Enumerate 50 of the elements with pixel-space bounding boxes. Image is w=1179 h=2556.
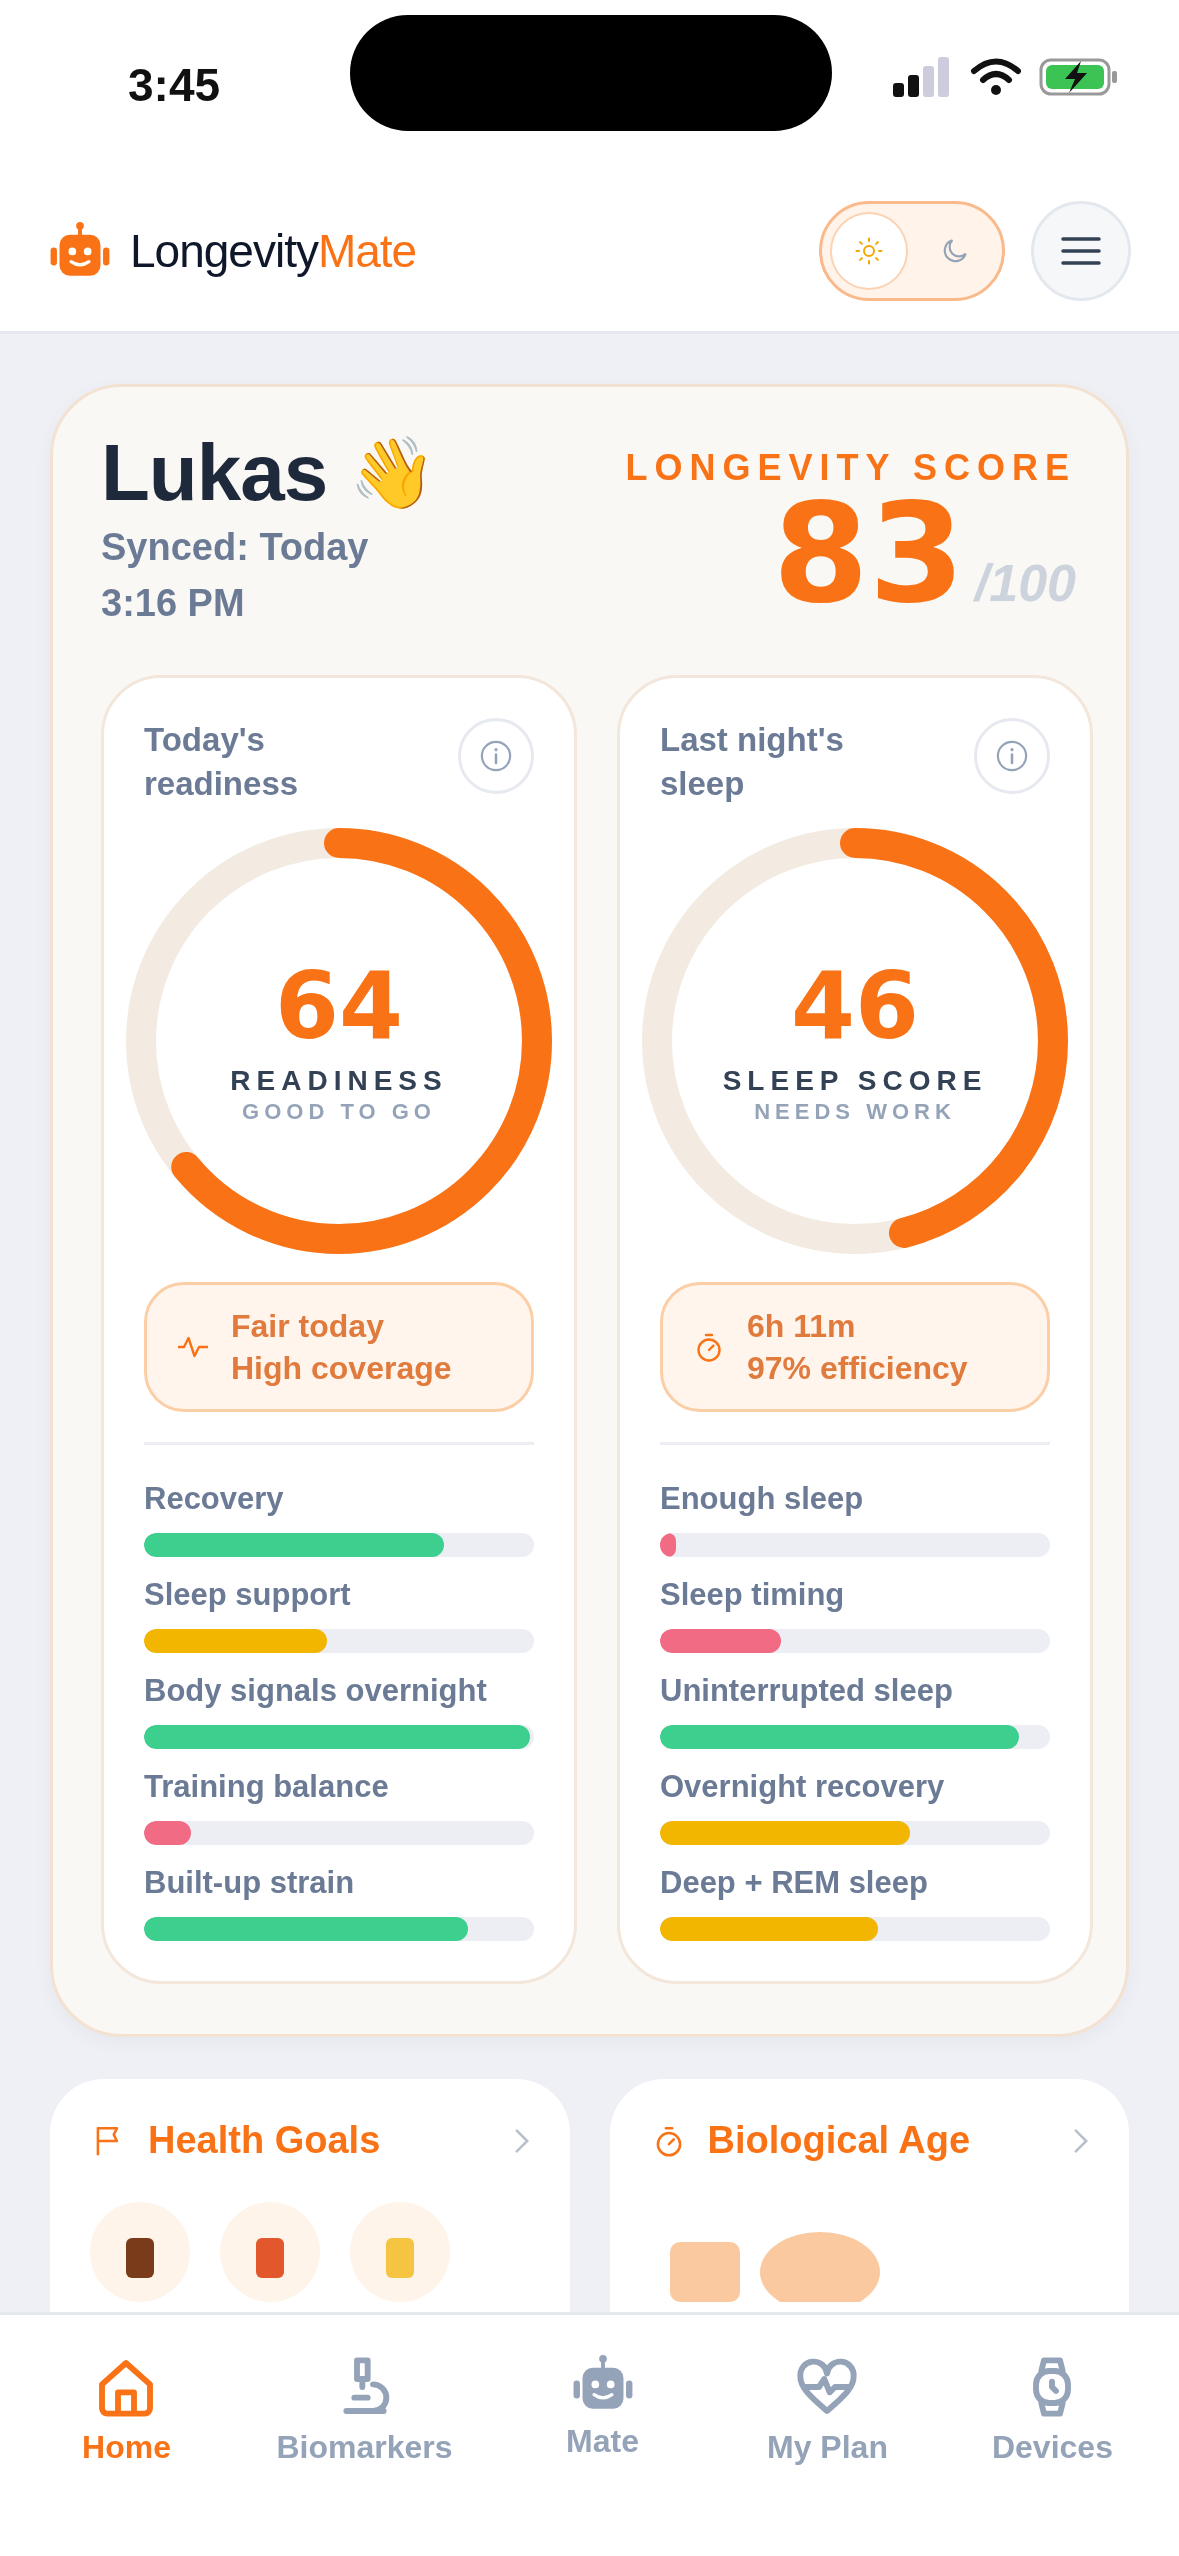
factor-label: Recovery — [144, 1480, 285, 1518]
tab-item[interactable]: Home — [51, 2355, 202, 2466]
card-title: Last night's sleep — [660, 720, 845, 804]
info-icon — [479, 739, 513, 773]
card-title: Health Goals — [148, 2119, 382, 2162]
status-time: 3:45 — [128, 58, 222, 112]
summary-text: High coverage — [231, 1349, 452, 1388]
app-logo: LongevityMate — [130, 223, 417, 278]
factor-label: Sleep timing — [660, 1576, 846, 1614]
sync-status: Synced: Today — [101, 525, 370, 570]
factor-label: Sleep support — [144, 1576, 352, 1614]
card-title: Biological Age — [707, 2119, 971, 2162]
goal-icon — [220, 2202, 320, 2302]
goal-icon — [90, 2202, 190, 2302]
sync-time: 3:16 PM — [101, 581, 246, 626]
wifi-icon — [971, 58, 1021, 96]
goal-icon — [350, 2202, 450, 2302]
factor-label: Training balance — [144, 1768, 390, 1806]
factor-label: Uninterrupted sleep — [660, 1672, 954, 1710]
card-title: Today's readiness — [144, 720, 300, 804]
info-icon — [995, 739, 1029, 773]
factor-label: Built-up strain — [144, 1864, 356, 1902]
sun-icon[interactable] — [854, 235, 884, 266]
tab-item[interactable]: Devices — [977, 2355, 1128, 2466]
factor-label: Overnight recovery — [660, 1768, 946, 1806]
score-status: GOOD TO GO — [242, 1099, 436, 1125]
factor-label: Enough sleep — [660, 1480, 865, 1518]
tab-item[interactable]: Mate — [527, 2355, 678, 2460]
summary-text: 6h 11m — [747, 1307, 857, 1346]
summary-text: 97% efficiency — [747, 1349, 968, 1388]
chevron-right-icon — [1073, 2127, 1089, 2154]
score-label: LONGEVITY SCORE — [625, 447, 1076, 489]
score-value: 46 — [791, 957, 919, 1057]
score-status: NEEDS WORK — [754, 1099, 956, 1125]
menu-icon — [1061, 235, 1101, 266]
feature-card[interactable]: Biological Age — [609, 2079, 1129, 2312]
factor-label: Body signals overnight — [144, 1672, 488, 1710]
score-label: SLEEP SCORE — [722, 1065, 988, 1097]
tab-item[interactable]: My Plan — [752, 2355, 903, 2466]
score-label: READINESS — [230, 1065, 448, 1097]
longevity-score: 83 — [772, 489, 965, 619]
factor-label: Deep + REM sleep — [660, 1864, 929, 1902]
user-name: Lukas — [101, 427, 328, 519]
score-value: 64 — [275, 957, 403, 1057]
chevron-right-icon — [513, 2127, 530, 2154]
wave-emoji: 👋 — [349, 433, 437, 514]
tab-item[interactable]: Biomarkers — [276, 2355, 453, 2466]
summary-text: Fair today — [231, 1307, 385, 1346]
battery-charging-icon — [1039, 57, 1119, 97]
feature-card[interactable]: Health Goals — [50, 2079, 570, 2312]
